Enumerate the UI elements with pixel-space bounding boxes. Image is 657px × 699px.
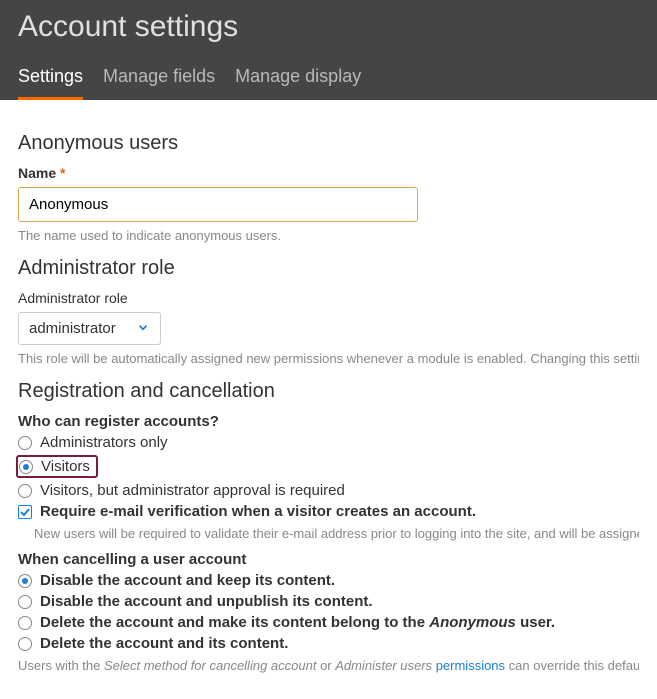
tab-manage-fields[interactable]: Manage fields (103, 60, 215, 100)
name-label: Name * (18, 165, 639, 181)
text-fragment: user. (516, 614, 555, 631)
radio-delete-anon[interactable]: Delete the account and make its content … (18, 614, 639, 631)
text-fragment: Users with the (18, 658, 104, 673)
text-fragment: or (316, 658, 335, 673)
checkbox-icon (18, 505, 32, 519)
radio-admins-only-label: Administrators only (40, 434, 168, 451)
administrator-role-heading: Administrator role (18, 257, 639, 280)
radio-admins-only[interactable]: Administrators only (18, 434, 639, 451)
radio-disable-keep[interactable]: Disable the account and keep its content… (18, 572, 639, 589)
registration-heading: Registration and cancellation (18, 380, 639, 403)
visitors-highlight: Visitors (16, 455, 98, 478)
radio-icon (18, 574, 32, 588)
checkbox-require-email[interactable]: Require e-mail verification when a visit… (18, 503, 639, 520)
require-email-help: New users will be required to validate t… (34, 526, 639, 541)
permissions-link[interactable]: permissions (436, 658, 505, 673)
header-bar: Account settings Settings Manage fields … (0, 0, 657, 100)
who-can-register-label: Who can register accounts? (18, 413, 639, 430)
radio-icon (19, 460, 33, 474)
tab-settings[interactable]: Settings (18, 60, 83, 100)
text-fragment: Delete the account and make its content … (40, 614, 429, 631)
radio-delete-all-label: Delete the account and its content. (40, 635, 288, 652)
administrator-role-help: This role will be automatically assigned… (18, 351, 639, 366)
required-asterisk: * (60, 165, 65, 181)
radio-visitors-approval[interactable]: Visitors, but administrator approval is … (18, 482, 639, 499)
radio-visitors-label: Visitors (41, 458, 90, 475)
anonymous-name-input[interactable] (18, 187, 418, 222)
radio-disable-unpublish[interactable]: Disable the account and unpublish its co… (18, 593, 639, 610)
administrator-role-select[interactable]: administrator (19, 313, 160, 344)
anonymous-name-help: The name used to indicate anonymous user… (18, 228, 639, 243)
radio-delete-anon-label: Delete the account and make its content … (40, 614, 555, 631)
administrator-role-label: Administrator role (18, 290, 639, 306)
administrator-role-select-wrap[interactable]: administrator (18, 312, 161, 345)
radio-icon (18, 436, 32, 450)
tab-manage-display[interactable]: Manage display (235, 60, 361, 100)
radio-icon (18, 637, 32, 651)
page-title: Account settings (18, 10, 639, 44)
name-label-text: Name (18, 165, 56, 181)
radio-visitors[interactable]: Visitors (18, 455, 639, 478)
text-fragment: Anonymous (429, 614, 516, 631)
anonymous-users-heading: Anonymous users (18, 132, 639, 155)
checkbox-require-email-label: Require e-mail verification when a visit… (40, 503, 476, 520)
content: Anonymous users Name * The name used to … (0, 100, 657, 699)
radio-disable-unpublish-label: Disable the account and unpublish its co… (40, 593, 373, 610)
radio-icon (18, 595, 32, 609)
radio-disable-keep-label: Disable the account and keep its content… (40, 572, 335, 589)
cancel-help: Users with the Select method for cancell… (18, 658, 639, 673)
radio-delete-all[interactable]: Delete the account and its content. (18, 635, 639, 652)
radio-icon (18, 616, 32, 630)
tabs: Settings Manage fields Manage display (18, 60, 639, 100)
radio-visitors-approval-label: Visitors, but administrator approval is … (40, 482, 345, 499)
text-fragment: Administer users (335, 658, 432, 673)
radio-icon (18, 484, 32, 498)
text-fragment: Select method for cancelling account (104, 658, 316, 673)
text-fragment: can override this default method (505, 658, 639, 673)
cancel-account-label: When cancelling a user account (18, 551, 639, 568)
